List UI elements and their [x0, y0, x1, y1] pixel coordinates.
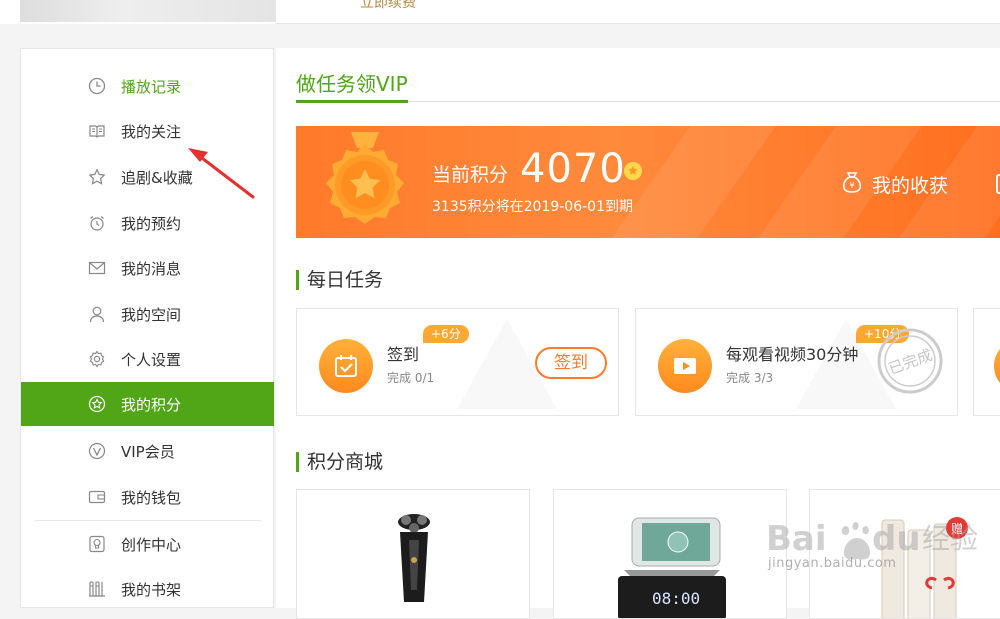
sidebar-item-label: 我的关注	[121, 122, 182, 141]
svg-text:Bai: Bai	[766, 519, 827, 559]
book-icon	[87, 121, 107, 141]
score-value: 4070	[520, 146, 626, 192]
shaver-icon	[398, 514, 430, 602]
sidebar-item-history[interactable]: 播放记录	[21, 64, 274, 108]
task-name: 签到	[387, 345, 420, 364]
baidu-watermark-logo: Bai du 经验	[766, 519, 978, 560]
reward-badge: +6分	[423, 325, 469, 343]
svg-text:已完成: 已完成	[886, 346, 934, 378]
vip-icon	[87, 441, 107, 461]
calendar-check-icon	[319, 339, 373, 393]
task-progress: 完成 3/3	[726, 371, 774, 385]
sidebar-item-label: 我的预约	[121, 214, 182, 233]
clock-icon	[87, 76, 107, 96]
sidebar-item-following[interactable]: 我的关注	[21, 109, 274, 153]
sidebar-item-collection[interactable]: 追剧&收藏	[21, 155, 274, 199]
expire-note: 3135积分将在2019-06-01到期	[432, 199, 633, 215]
points-mall-title: 积分商城	[296, 452, 383, 472]
sidebar-item-space[interactable]: 我的空间	[21, 292, 274, 336]
product-card-shaver[interactable]	[296, 489, 530, 619]
mail-icon	[87, 258, 107, 278]
svg-text:08:00: 08:00	[652, 589, 700, 608]
sidebar-item-vip[interactable]: VIP会员	[21, 429, 274, 473]
page-title: 做任务领VIP	[296, 72, 408, 96]
wallet-icon	[87, 487, 107, 507]
points-star-icon	[87, 394, 107, 414]
signin-button[interactable]: 签到	[535, 347, 607, 379]
sidebar-item-reservation[interactable]: 我的预约	[21, 201, 274, 245]
sidebar-item-messages[interactable]: 我的消息	[21, 246, 274, 290]
product-card-clock-speaker[interactable]: 08:00	[553, 489, 787, 619]
divider	[276, 23, 1000, 24]
title-underline	[296, 100, 408, 103]
sidebar-item-label: 创作中心	[121, 535, 182, 554]
sidebar-item-label: 个人设置	[121, 350, 182, 369]
watermark-url: jingyan.baidu.com	[768, 556, 897, 571]
header-thumbnail	[20, 0, 276, 22]
sidebar-item-creator[interactable]: 创作中心	[21, 522, 274, 566]
sidebar-item-label: 我的消息	[121, 259, 182, 278]
sidebar-item-label: VIP会员	[121, 442, 175, 461]
lightbulb-icon	[87, 534, 107, 554]
sidebar-item-bookshelf[interactable]: 我的书架	[21, 567, 274, 611]
sidebar-item-points[interactable]: 我的积分	[21, 382, 274, 426]
star-badge-icon	[624, 162, 642, 180]
clock-speaker-icon: 08:00	[618, 517, 726, 618]
renew-link[interactable]: 立即续费	[360, 0, 416, 12]
sidebar-item-label: 我的积分	[121, 395, 182, 414]
completed-stamp: 已完成	[877, 328, 943, 394]
svg-text:¥: ¥	[849, 181, 854, 190]
svg-text:经验: 经验	[922, 522, 978, 555]
bookshelf-icon	[87, 579, 107, 599]
next-banner-icon[interactable]	[996, 174, 1000, 194]
task-card-signin: 签到 完成 0/1 +6分 签到	[296, 308, 619, 416]
points-banner: 当前积分 4070 3135积分将在2019-06-01到期 ¥ 我的收获	[296, 126, 1000, 238]
task-card-watch: 每观看视频30分钟 完成 3/3 +10分 已完成	[635, 308, 958, 416]
svg-text:du: du	[872, 519, 921, 559]
sidebar-item-settings[interactable]: 个人设置	[21, 337, 274, 381]
sidebar-divider	[35, 520, 261, 521]
star-icon	[87, 167, 107, 187]
play-icon	[658, 339, 712, 393]
sidebar: 播放记录 我的关注 追剧&收藏 我的预约 我的消息 我的空间 个人设置 我的积分…	[20, 48, 274, 608]
gear-icon	[87, 349, 107, 369]
sidebar-item-wallet[interactable]: 我的钱包	[21, 475, 274, 519]
task-name: 每观看视频30分钟	[726, 345, 859, 364]
user-icon	[87, 304, 107, 324]
score-label: 当前积分	[432, 164, 509, 186]
sidebar-item-label: 追剧&收藏	[121, 168, 193, 187]
sidebar-item-label: 播放记录	[121, 77, 182, 96]
medal-icon	[326, 132, 404, 224]
task-icon	[994, 339, 1000, 393]
alarm-clock-icon	[87, 213, 107, 233]
task-progress: 完成 0/1	[387, 371, 435, 385]
sidebar-item-label: 我的钱包	[121, 488, 182, 507]
my-harvest-label: 我的收获	[872, 174, 949, 197]
daily-tasks-title: 每日任务	[296, 270, 383, 290]
sidebar-item-label: 我的空间	[121, 305, 182, 324]
top-strip: 立即续费	[0, 0, 1000, 24]
my-harvest-button[interactable]: ¥ 我的收获	[840, 170, 948, 198]
sidebar-item-label: 我的书架	[121, 580, 182, 599]
money-bag-icon: ¥	[840, 170, 864, 198]
task-card-partial	[973, 308, 1000, 416]
